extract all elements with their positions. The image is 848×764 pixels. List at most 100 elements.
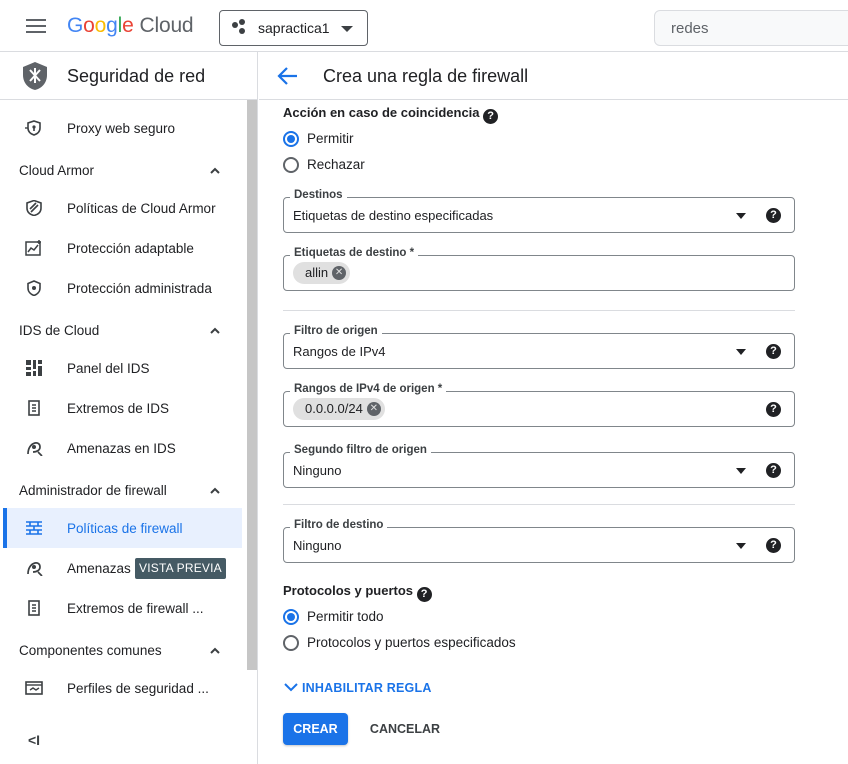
source-filter-value: Rangos de IPv4 [293,344,386,359]
sidebar-section-ids-cloud[interactable]: IDS de Cloud [3,310,242,350]
help-icon[interactable]: ? [766,538,781,553]
tag-chip-label: allin [305,265,329,280]
google-cloud-logo[interactable]: Google Cloud [67,14,194,38]
project-icon [232,19,250,37]
range-chip: 0.0.0.0/24 ✕ [293,398,385,420]
source-filter-select[interactable]: Filtro de origen Rangos de IPv4 ? [283,325,795,369]
sidebar-item-perfiles-seguridad[interactable]: Perfiles de seguridad ... [3,668,242,708]
logo-cloud-text: Cloud [139,14,194,37]
threats-icon [27,442,43,456]
help-icon[interactable]: ? [766,463,781,478]
project-picker[interactable]: sapractica1 [219,10,368,46]
sidebar-item-label: Perfiles de seguridad ... [67,680,209,696]
collapse-sidebar-icon[interactable]: <I [28,732,44,748]
sidebar-item-extremos-ids[interactable]: Extremos de IDS [3,388,242,428]
sidebar-item-proteccion-adaptable[interactable]: Protección adaptable [3,228,242,268]
sidebar-item-amenazas-ids[interactable]: Amenazas en IDS [3,428,242,468]
hamburger-menu-icon[interactable] [24,16,48,36]
remove-chip-icon[interactable]: ✕ [366,402,381,416]
sidebar-item-label: Protección administrada [67,280,212,296]
sidebar-section-administrador-firewall[interactable]: Administrador de firewall [3,470,242,510]
sidebar-item-proteccion-administrada[interactable]: Protección administrada [3,268,242,308]
armor-policy-icon [26,200,42,216]
source-filter-legend: Filtro de origen [290,325,382,337]
sidebar-item-label: Panel del IDS [67,360,150,376]
targets-select[interactable]: Destinos Etiquetas de destino especifica… [283,189,795,233]
endpoint-icon [28,600,40,616]
sidebar-item-extremos-firewall[interactable]: Extremos de firewall ... [3,588,242,628]
create-button[interactable]: CREAR [283,713,348,745]
sidebar-item-label: Amenazas en IDS [67,440,176,456]
help-icon[interactable]: ? [766,344,781,359]
disable-rule-toggle[interactable]: INHABILITAR REGLA [284,681,432,695]
divider [283,504,795,505]
cancel-button[interactable]: CANCELAR [362,713,448,745]
dest-filter-select[interactable]: Filtro de destino Ninguno ? [283,519,795,563]
dropdown-arrow-icon [736,213,746,219]
adaptive-protection-icon [25,240,41,256]
dropdown-arrow-icon [736,543,746,549]
search-input[interactable] [654,10,848,46]
sidebar-item-label: Proxy web seguro [67,120,176,136]
page-header: Crea una regla de firewall [259,52,848,100]
radio-permitir[interactable] [283,131,299,147]
help-icon[interactable]: ? [766,208,781,223]
radio-rechazar[interactable] [283,157,299,173]
sidebar-item-label: Políticas de Cloud Armor [67,200,216,216]
chevron-up-icon [210,167,220,174]
second-source-filter-select[interactable]: Segundo filtro de origen Ninguno ? [283,444,795,488]
tag-chip: allin ✕ [293,262,351,284]
radio-permitir-label[interactable]: Permitir [307,131,354,146]
radio-permitir-todo[interactable] [283,609,299,625]
firewall-icon [26,521,42,535]
radio-rechazar-label[interactable]: Rechazar [307,157,365,172]
managed-protection-icon [27,280,41,296]
sidebar-item-label: Extremos de firewall ... [67,600,204,616]
range-chip-label: 0.0.0.0/24 [305,401,363,416]
sidebar-item-amenazas[interactable]: Amenazas VISTA PREVIA [3,548,242,588]
chevron-down-icon [284,683,298,692]
top-bar: Google Cloud sapractica1 [0,0,848,52]
sidebar-section-label: Componentes comunes [19,642,162,658]
sidebar-item-politicas-cloud-armor[interactable]: Políticas de Cloud Armor [3,188,242,228]
source-ranges-legend: Rangos de IPv4 de origen * [290,383,447,395]
help-icon[interactable]: ? [766,402,781,417]
protocols-label: Protocolos y puertos ? [283,583,432,602]
sidebar: Seguridad de red Proxy web seguro Cloud … [0,52,258,764]
dropdown-arrow-icon [736,349,746,355]
logo-letter: e [122,14,134,37]
help-icon[interactable]: ? [416,587,432,602]
target-tags-input[interactable]: Etiquetas de destino * allin ✕ [283,247,795,291]
dashboard-icon [26,360,42,376]
sidebar-section-componentes-comunes[interactable]: Componentes comunes [3,630,242,670]
sidebar-scrollbar[interactable] [247,100,257,670]
remove-chip-icon[interactable]: ✕ [332,266,347,280]
divider [283,310,795,311]
radio-protocolos-especificados[interactable] [283,635,299,651]
dest-filter-legend: Filtro de destino [290,519,388,531]
sidebar-section-cloud-armor[interactable]: Cloud Armor [3,150,242,190]
second-source-filter-legend: Segundo filtro de origen [290,444,431,456]
threats-icon [27,562,43,576]
back-arrow-icon[interactable] [277,66,299,86]
chevron-up-icon [210,487,220,494]
protocols-text: Protocolos y puertos [283,583,414,598]
sidebar-item-politicas-firewall[interactable]: Políticas de firewall [3,508,242,548]
source-ranges-input[interactable]: Rangos de IPv4 de origen * 0.0.0.0/24 ✕ … [283,383,795,427]
sidebar-header: Seguridad de red [0,52,258,100]
radio-permitir-todo-label[interactable]: Permitir todo [307,609,384,624]
sidebar-title: Seguridad de red [67,66,206,86]
logo-letter: o [83,14,95,37]
dropdown-arrow-icon [736,468,746,474]
radio-protocolos-especificados-label[interactable]: Protocolos y puertos especificados [307,635,516,650]
help-icon[interactable]: ? [483,109,499,124]
logo-google-text: Google [67,14,134,37]
sidebar-section-label: IDS de Cloud [19,322,100,338]
dest-filter-value: Ninguno [293,538,342,553]
network-security-shield-icon [23,62,47,90]
sidebar-item-panel-ids[interactable]: Panel del IDS [3,348,242,388]
sidebar-item-proxy-web-seguro[interactable]: Proxy web seguro [3,108,242,148]
targets-legend: Destinos [290,189,347,201]
chevron-up-icon [210,647,220,654]
security-profile-icon [25,681,43,695]
